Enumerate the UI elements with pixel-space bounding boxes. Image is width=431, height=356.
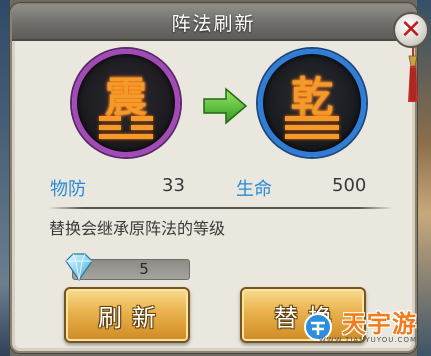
refresh-button[interactable]: 刷新 xyxy=(64,287,190,343)
watermark-text: 天宇游 xyxy=(342,310,417,338)
new-stat-value: 500 xyxy=(332,175,367,196)
current-stat-value: 33 xyxy=(162,175,185,196)
arrow-right-icon xyxy=(203,87,248,125)
background-right xyxy=(417,0,431,356)
qian-trigram-icon xyxy=(285,116,339,143)
divider xyxy=(48,207,393,209)
new-stat-label: 生命 xyxy=(236,179,272,200)
new-formation-emblem: 乾 xyxy=(258,49,366,157)
formation-refresh-dialog: 阵法刷新 震 乾 物防 33 生命 500 替换会继承原阵法的等级 5 刷新 xyxy=(10,3,417,353)
refresh-button-label: 刷新 xyxy=(98,303,166,332)
watermark-url: WWW.TIANYUYOU.COM xyxy=(318,336,417,344)
inheritance-notice: 替换会继承原阵法的等级 xyxy=(49,219,226,238)
tassel-icon xyxy=(408,46,418,102)
close-button[interactable]: ✕ xyxy=(393,12,429,48)
watermark: 天宇游 WWW.TIANYUYOU.COM xyxy=(319,304,417,344)
diamond-icon xyxy=(65,253,93,282)
current-stat-label: 物防 xyxy=(50,179,86,200)
current-formation-emblem: 震 xyxy=(72,49,180,157)
dialog-title: 阵法刷新 xyxy=(171,12,256,35)
background-left xyxy=(0,0,10,356)
zhen-trigram-icon xyxy=(99,116,153,143)
close-icon: ✕ xyxy=(400,15,422,45)
cost-amount: 5 xyxy=(139,260,149,278)
title-bar: 阵法刷新 xyxy=(12,5,415,41)
